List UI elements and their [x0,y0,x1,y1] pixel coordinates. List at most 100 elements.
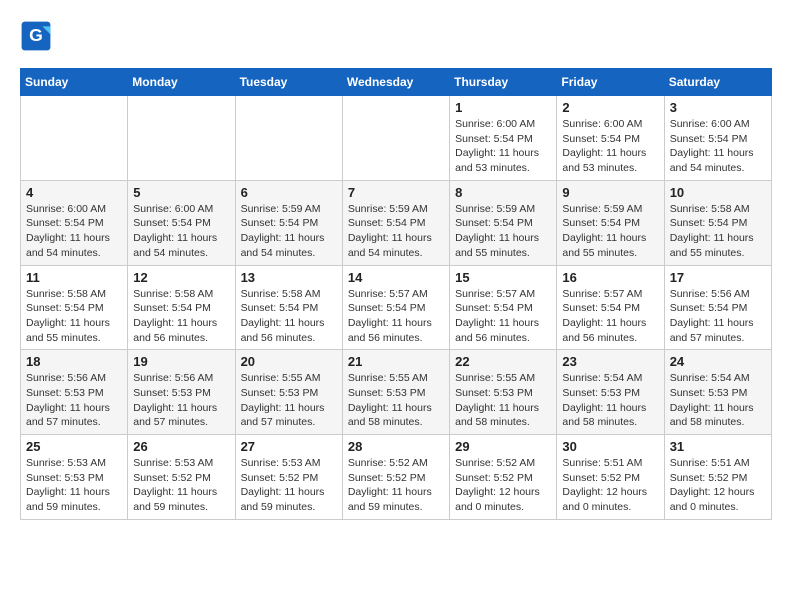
page-header: G [20,20,772,52]
day-number: 28 [348,439,444,454]
calendar-day-cell: 21 Sunrise: 5:55 AM Sunset: 5:53 PM Dayli… [342,350,449,435]
calendar-day-cell: 20 Sunrise: 5:55 AM Sunset: 5:53 PM Dayli… [235,350,342,435]
day-number: 8 [455,185,551,200]
day-number: 6 [241,185,337,200]
day-number: 14 [348,270,444,285]
weekday-header-cell: Tuesday [235,69,342,96]
day-info: Sunrise: 5:56 AM Sunset: 5:53 PM Dayligh… [26,371,122,430]
calendar-day-cell: 6 Sunrise: 5:59 AM Sunset: 5:54 PM Daylig… [235,180,342,265]
day-info: Sunrise: 6:00 AM Sunset: 5:54 PM Dayligh… [133,202,229,261]
day-number: 3 [670,100,766,115]
day-number: 16 [562,270,658,285]
day-number: 24 [670,354,766,369]
calendar-day-cell: 27 Sunrise: 5:53 AM Sunset: 5:52 PM Dayli… [235,435,342,520]
day-number: 30 [562,439,658,454]
day-info: Sunrise: 6:00 AM Sunset: 5:54 PM Dayligh… [26,202,122,261]
day-info: Sunrise: 5:55 AM Sunset: 5:53 PM Dayligh… [348,371,444,430]
calendar-day-cell [128,96,235,181]
calendar-week-row: 4 Sunrise: 6:00 AM Sunset: 5:54 PM Daylig… [21,180,772,265]
day-info: Sunrise: 5:57 AM Sunset: 5:54 PM Dayligh… [562,287,658,346]
day-number: 25 [26,439,122,454]
day-info: Sunrise: 6:00 AM Sunset: 5:54 PM Dayligh… [562,117,658,176]
calendar-day-cell: 25 Sunrise: 5:53 AM Sunset: 5:53 PM Dayli… [21,435,128,520]
day-number: 31 [670,439,766,454]
calendar-day-cell: 22Sunrise: 5:55 AM Sunset: 5:53 PM Dayli… [450,350,557,435]
day-info: Sunrise: 5:59 AM Sunset: 5:54 PM Dayligh… [348,202,444,261]
day-number: 12 [133,270,229,285]
calendar-day-cell: 19Sunrise: 5:56 AM Sunset: 5:53 PM Dayli… [128,350,235,435]
day-number: 4 [26,185,122,200]
day-info: Sunrise: 5:53 AM Sunset: 5:53 PM Dayligh… [26,456,122,515]
day-info: Sunrise: 5:59 AM Sunset: 5:54 PM Dayligh… [455,202,551,261]
day-number: 2 [562,100,658,115]
day-number: 19 [133,354,229,369]
day-number: 23 [562,354,658,369]
weekday-header-cell: Wednesday [342,69,449,96]
day-number: 13 [241,270,337,285]
calendar-day-cell [235,96,342,181]
calendar-day-cell: 15Sunrise: 5:57 AM Sunset: 5:54 PM Dayli… [450,265,557,350]
calendar-day-cell: 5 Sunrise: 6:00 AM Sunset: 5:54 PM Daylig… [128,180,235,265]
calendar-day-cell: 4 Sunrise: 6:00 AM Sunset: 5:54 PM Daylig… [21,180,128,265]
day-number: 5 [133,185,229,200]
day-info: Sunrise: 5:52 AM Sunset: 5:52 PM Dayligh… [455,456,551,515]
day-number: 11 [26,270,122,285]
weekday-header-cell: Monday [128,69,235,96]
calendar-week-row: 11 Sunrise: 5:58 AM Sunset: 5:54 PM Dayli… [21,265,772,350]
calendar-day-cell: 18 Sunrise: 5:56 AM Sunset: 5:53 PM Dayli… [21,350,128,435]
calendar-week-row: 1 Sunrise: 6:00 AM Sunset: 5:54 PM Daylig… [21,96,772,181]
day-info: Sunrise: 5:54 AM Sunset: 5:53 PM Dayligh… [562,371,658,430]
svg-text:G: G [29,25,43,45]
day-number: 17 [670,270,766,285]
day-info: Sunrise: 5:55 AM Sunset: 5:53 PM Dayligh… [241,371,337,430]
day-number: 10 [670,185,766,200]
day-number: 1 [455,100,551,115]
calendar-day-cell [342,96,449,181]
calendar-day-cell: 11Sunrise: 5:58 AM Sunset: 5:54 PM Dayli… [21,265,128,350]
calendar-day-cell: 28 Sunrise: 5:52 AM Sunset: 5:52 PM Dayli… [342,435,449,520]
calendar-day-cell: 2 Sunrise: 6:00 AM Sunset: 5:54 PM Daylig… [557,96,664,181]
day-info: Sunrise: 5:54 AM Sunset: 5:53 PM Dayligh… [670,371,766,430]
logo-icon: G [20,20,52,52]
day-number: 26 [133,439,229,454]
day-info: Sunrise: 5:59 AM Sunset: 5:54 PM Dayligh… [241,202,337,261]
day-info: Sunrise: 5:58 AM Sunset: 5:54 PM Dayligh… [133,287,229,346]
day-info: Sunrise: 5:53 AM Sunset: 5:52 PM Dayligh… [241,456,337,515]
calendar-day-cell: 29Sunrise: 5:52 AM Sunset: 5:52 PM Dayli… [450,435,557,520]
calendar-day-cell: 7 Sunrise: 5:59 AM Sunset: 5:54 PM Daylig… [342,180,449,265]
calendar-week-row: 18 Sunrise: 5:56 AM Sunset: 5:53 PM Dayli… [21,350,772,435]
calendar-day-cell: 30 Sunrise: 5:51 AM Sunset: 5:52 PM Dayli… [557,435,664,520]
weekday-header-row: SundayMondayTuesdayWednesdayThursdayFrid… [21,69,772,96]
day-info: Sunrise: 6:00 AM Sunset: 5:54 PM Dayligh… [670,117,766,176]
weekday-header-cell: Friday [557,69,664,96]
day-info: Sunrise: 5:57 AM Sunset: 5:54 PM Dayligh… [455,287,551,346]
day-info: Sunrise: 5:52 AM Sunset: 5:52 PM Dayligh… [348,456,444,515]
calendar-day-cell: 23 Sunrise: 5:54 AM Sunset: 5:53 PM Dayli… [557,350,664,435]
calendar-day-cell: 1 Sunrise: 6:00 AM Sunset: 5:54 PM Daylig… [450,96,557,181]
calendar-week-row: 25 Sunrise: 5:53 AM Sunset: 5:53 PM Dayli… [21,435,772,520]
day-info: Sunrise: 5:51 AM Sunset: 5:52 PM Dayligh… [670,456,766,515]
calendar-day-cell: 31 Sunrise: 5:51 AM Sunset: 5:52 PM Dayli… [664,435,771,520]
day-info: Sunrise: 5:56 AM Sunset: 5:54 PM Dayligh… [670,287,766,346]
day-info: Sunrise: 5:51 AM Sunset: 5:52 PM Dayligh… [562,456,658,515]
day-number: 27 [241,439,337,454]
day-number: 22 [455,354,551,369]
day-info: Sunrise: 5:58 AM Sunset: 5:54 PM Dayligh… [670,202,766,261]
day-info: Sunrise: 5:58 AM Sunset: 5:54 PM Dayligh… [241,287,337,346]
calendar-day-cell: 3 Sunrise: 6:00 AM Sunset: 5:54 PM Daylig… [664,96,771,181]
logo: G [20,20,56,52]
day-info: Sunrise: 5:57 AM Sunset: 5:54 PM Dayligh… [348,287,444,346]
day-number: 21 [348,354,444,369]
weekday-header-cell: Thursday [450,69,557,96]
day-number: 7 [348,185,444,200]
calendar-table: SundayMondayTuesdayWednesdayThursdayFrid… [20,68,772,520]
day-info: Sunrise: 6:00 AM Sunset: 5:54 PM Dayligh… [455,117,551,176]
day-number: 18 [26,354,122,369]
calendar-day-cell: 9Sunrise: 5:59 AM Sunset: 5:54 PM Daylig… [557,180,664,265]
calendar-day-cell [21,96,128,181]
calendar-day-cell: 13 Sunrise: 5:58 AM Sunset: 5:54 PM Dayli… [235,265,342,350]
calendar-day-cell: 24 Sunrise: 5:54 AM Sunset: 5:53 PM Dayli… [664,350,771,435]
day-number: 20 [241,354,337,369]
calendar-day-cell: 14 Sunrise: 5:57 AM Sunset: 5:54 PM Dayli… [342,265,449,350]
calendar-day-cell: 16 Sunrise: 5:57 AM Sunset: 5:54 PM Dayli… [557,265,664,350]
